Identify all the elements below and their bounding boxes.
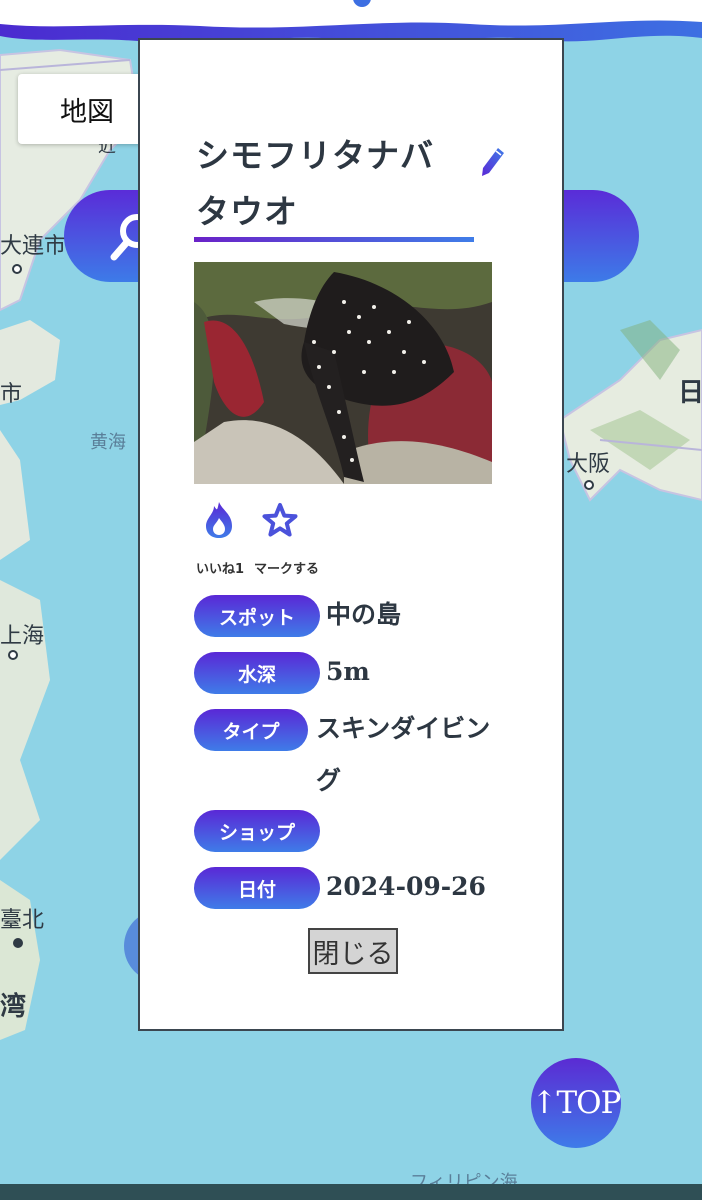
- field-date: 日付 2024-09-26: [194, 867, 486, 913]
- depth-value: 5m: [326, 657, 370, 686]
- spot-badge: スポット: [194, 595, 320, 637]
- field-shop: ショップ: [194, 810, 326, 852]
- spot-value: 中の島: [326, 600, 402, 629]
- map-dot-dalian: [12, 258, 22, 277]
- fish-photo: [194, 262, 492, 484]
- mark-label[interactable]: マークする: [254, 558, 319, 577]
- title-underline: [194, 237, 474, 242]
- post-detail-modal: シモフリタナバタウオ いいね1 マークする スポット 中の島 水深 5m タイプ…: [138, 38, 564, 1031]
- map-label-taiwan: 湾: [0, 992, 27, 1022]
- map-label-partial-left: 市: [0, 382, 23, 407]
- bottom-bar: [0, 1184, 702, 1200]
- shop-badge: ショップ: [194, 810, 320, 852]
- date-badge: 日付: [194, 867, 320, 909]
- close-button[interactable]: 閉じる: [308, 928, 398, 974]
- star-icon[interactable]: [262, 500, 298, 540]
- reaction-icons: [202, 500, 298, 540]
- type-value: スキンダイビング: [316, 714, 491, 795]
- back-to-top-button[interactable]: ↑TOP: [531, 1058, 621, 1148]
- type-badge: タイプ: [194, 709, 308, 751]
- map-label-taipei: 臺北: [0, 908, 45, 933]
- map-label-japan: 日: [678, 378, 702, 408]
- date-value: 2024-09-26: [326, 872, 486, 901]
- map-label-shanghai: 上海: [0, 624, 45, 649]
- map-label-dalian: 大連市: [0, 234, 67, 259]
- flame-icon[interactable]: [202, 500, 236, 540]
- reaction-labels: いいね1 マークする: [196, 558, 319, 577]
- map-dot-shanghai: [8, 644, 18, 663]
- map-dot-osaka: [584, 474, 594, 493]
- field-spot: スポット 中の島: [194, 595, 401, 641]
- map-label-yellow-sea: 黄海: [90, 432, 126, 453]
- field-depth: 水深 5m: [194, 652, 370, 698]
- map-dot-taipei: [13, 932, 23, 951]
- like-count-label: いいね1: [196, 562, 245, 577]
- depth-badge: 水深: [194, 652, 320, 694]
- pencil-icon[interactable]: [480, 146, 506, 182]
- field-type: タイプ スキンダイビング: [194, 709, 506, 807]
- post-title: シモフリタナバタウオ: [196, 136, 434, 231]
